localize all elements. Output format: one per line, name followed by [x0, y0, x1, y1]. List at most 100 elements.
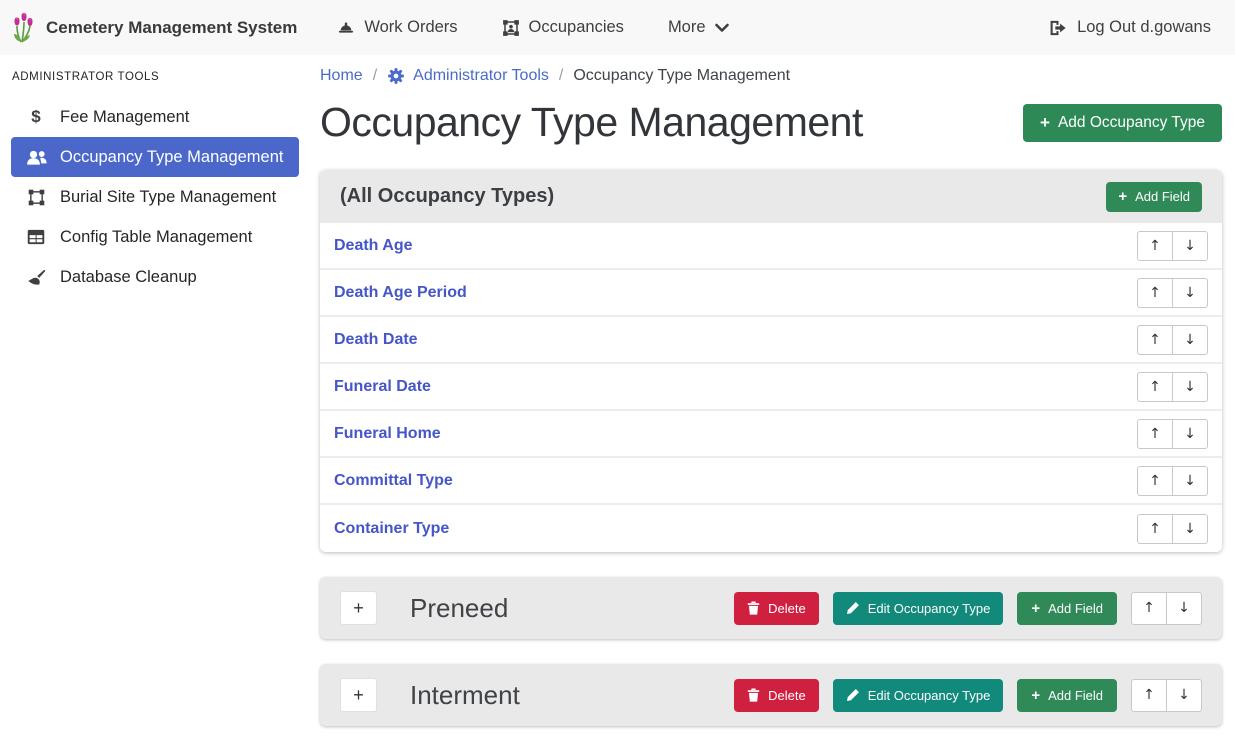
sidebar-item-occupancy-type-management[interactable]: Occupancy Type Management [11, 137, 299, 177]
arrow-up-icon: ↑ [1149, 426, 1161, 442]
delete-button[interactable]: Delete [734, 592, 819, 625]
breadcrumb-home-link[interactable]: Home [320, 67, 363, 85]
nav-occupancies[interactable]: Occupancies [502, 18, 624, 37]
plus-icon: + [1118, 189, 1127, 204]
arrow-down-icon: ↓ [1184, 379, 1196, 395]
expand-section-button[interactable]: + [340, 678, 377, 712]
trash-icon [747, 688, 760, 702]
add-field-button[interactable]: + Add Field [1017, 679, 1117, 712]
add-field-label: Add Field [1048, 688, 1103, 703]
pencil-icon [846, 688, 860, 702]
move-up-button[interactable]: ↑ [1137, 372, 1173, 402]
chevron-down-icon [715, 23, 729, 33]
field-link[interactable]: Death Date [334, 331, 418, 349]
add-occupancy-type-label: Add Occupancy Type [1058, 114, 1205, 132]
move-up-button[interactable]: ↑ [1137, 514, 1173, 544]
breadcrumb-admin-tools-link[interactable]: Administrator Tools [387, 67, 549, 85]
add-field-label: Add Field [1135, 189, 1190, 204]
sidebar-item-database-cleanup[interactable]: Database Cleanup [11, 257, 299, 297]
edit-occupancy-type-button[interactable]: Edit Occupancy Type [833, 679, 1004, 712]
breadcrumb-separator: / [373, 67, 377, 85]
reorder-buttons: ↑ ↓ [1131, 679, 1202, 712]
nav-more-label: More [668, 18, 706, 37]
move-down-button[interactable]: ↓ [1172, 419, 1208, 449]
field-link[interactable]: Death Age [334, 237, 413, 255]
arrow-down-icon: ↓ [1184, 521, 1196, 537]
vector-square-icon [25, 189, 47, 206]
field-row: Committal Type ↑ ↓ [320, 458, 1222, 505]
delete-label: Delete [768, 688, 806, 703]
broom-icon [25, 269, 47, 286]
sidebar-item-config-table-management[interactable]: Config Table Management [11, 217, 299, 257]
sidebar-item-label: Occupancy Type Management [60, 148, 284, 167]
add-occupancy-type-button[interactable]: + Add Occupancy Type [1023, 104, 1222, 142]
page-header: Occupancy Type Management + Add Occupanc… [320, 99, 1222, 146]
nav-work-orders[interactable]: Work Orders [337, 18, 457, 37]
move-up-button[interactable]: ↑ [1137, 231, 1173, 261]
breadcrumb-current: Occupancy Type Management [573, 67, 790, 85]
field-link[interactable]: Death Age Period [334, 284, 467, 302]
move-up-button[interactable]: ↑ [1131, 592, 1167, 625]
delete-button[interactable]: Delete [734, 679, 819, 712]
logout-button[interactable]: Log Out d.gowans [1049, 18, 1211, 37]
move-down-button[interactable]: ↓ [1172, 278, 1208, 308]
field-link[interactable]: Funeral Home [334, 425, 441, 443]
arrow-down-icon: ↓ [1178, 600, 1190, 616]
app-brand[interactable]: Cemetery Management System [10, 12, 297, 44]
field-link[interactable]: Funeral Date [334, 378, 431, 396]
reorder-buttons: ↑ ↓ [1137, 514, 1208, 544]
main-content: Home / Administrator Tool [310, 55, 1235, 726]
move-down-button[interactable]: ↓ [1172, 514, 1208, 544]
field-row: Container Type ↑ ↓ [320, 505, 1222, 552]
field-link[interactable]: Container Type [334, 520, 449, 538]
users-icon [25, 150, 47, 165]
arrow-up-icon: ↑ [1143, 687, 1155, 703]
reorder-buttons: ↑ ↓ [1137, 231, 1208, 261]
breadcrumb-admin-tools-label: Administrator Tools [413, 67, 549, 85]
field-link[interactable]: Committal Type [334, 472, 453, 490]
hard-hat-icon [337, 19, 355, 37]
move-down-button[interactable]: ↓ [1166, 679, 1202, 712]
nav-occupancies-label: Occupancies [529, 18, 624, 37]
brand-title: Cemetery Management System [46, 18, 297, 38]
field-row: Death Age ↑ ↓ [320, 223, 1222, 270]
all-occupancy-types-card: (All Occupancy Types) + Add Field Death … [320, 170, 1222, 552]
move-down-button[interactable]: ↓ [1172, 372, 1208, 402]
move-up-button[interactable]: ↑ [1137, 325, 1173, 355]
tulips-logo-icon [10, 12, 36, 44]
add-field-button[interactable]: + Add Field [1106, 182, 1202, 212]
arrow-up-icon: ↑ [1143, 600, 1155, 616]
plus-icon: + [353, 598, 364, 619]
move-down-button[interactable]: ↓ [1172, 466, 1208, 496]
breadcrumb-separator: / [559, 67, 563, 85]
plus-icon: + [1040, 114, 1050, 131]
delete-label: Delete [768, 601, 806, 616]
sidebar-item-burial-site-type-management[interactable]: Burial Site Type Management [11, 177, 299, 217]
arrow-down-icon: ↓ [1184, 473, 1196, 489]
arrow-up-icon: ↑ [1149, 473, 1161, 489]
add-field-button[interactable]: + Add Field [1017, 592, 1117, 625]
move-down-button[interactable]: ↓ [1172, 231, 1208, 261]
edit-occupancy-type-button[interactable]: Edit Occupancy Type [833, 592, 1004, 625]
table-icon [25, 229, 47, 245]
arrow-up-icon: ↑ [1149, 332, 1161, 348]
move-down-button[interactable]: ↓ [1172, 325, 1208, 355]
arrow-up-icon: ↑ [1149, 521, 1161, 537]
section-title: Preneed [410, 593, 508, 624]
page-title: Occupancy Type Management [320, 99, 863, 146]
plus-icon: + [353, 685, 364, 706]
move-up-button[interactable]: ↑ [1137, 278, 1173, 308]
sidebar-item-label: Fee Management [60, 108, 189, 127]
reorder-buttons: ↑ ↓ [1137, 372, 1208, 402]
move-up-button[interactable]: ↑ [1131, 679, 1167, 712]
nav-more[interactable]: More [668, 18, 729, 37]
arrow-up-icon: ↑ [1149, 285, 1161, 301]
expand-section-button[interactable]: + [340, 591, 377, 625]
breadcrumb: Home / Administrator Tool [320, 63, 1222, 85]
sidebar-item-fee-management[interactable]: $ Fee Management [11, 97, 299, 137]
edit-occupancy-type-label: Edit Occupancy Type [868, 688, 991, 703]
move-down-button[interactable]: ↓ [1166, 592, 1202, 625]
section-title: Interment [410, 680, 520, 711]
move-up-button[interactable]: ↑ [1137, 466, 1173, 496]
move-up-button[interactable]: ↑ [1137, 419, 1173, 449]
